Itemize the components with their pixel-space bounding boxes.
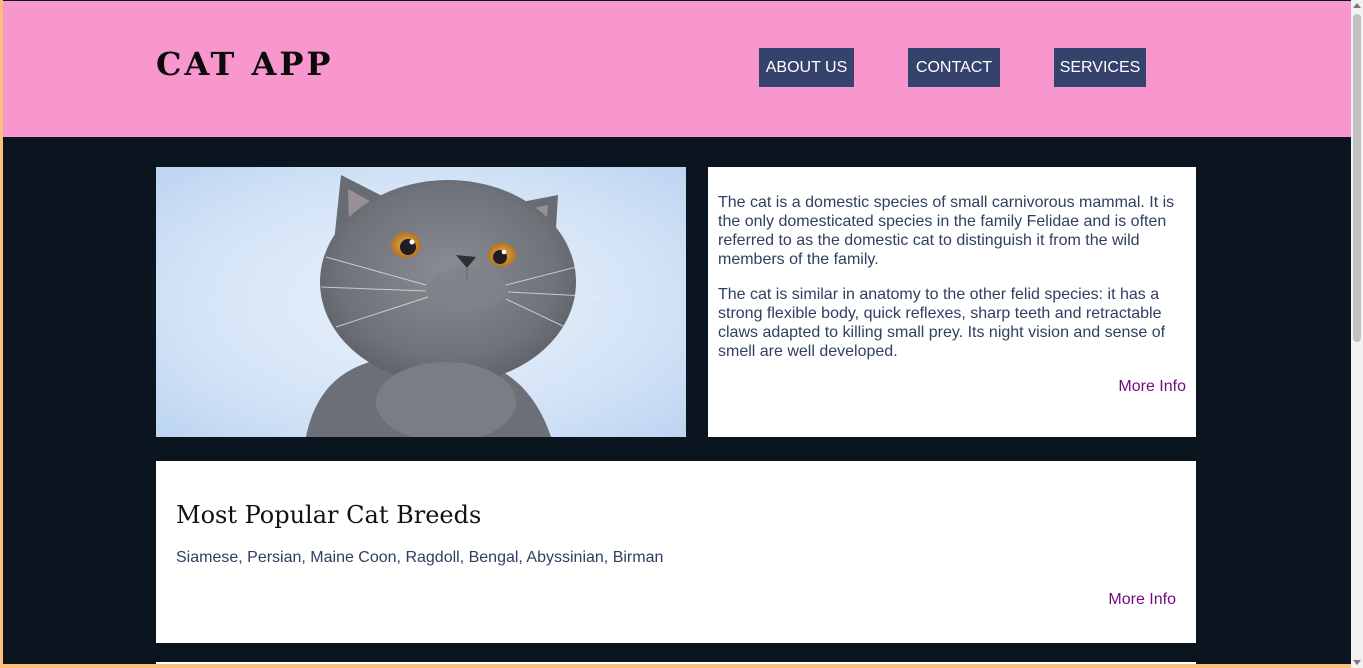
cat-photo (156, 167, 686, 437)
about-more-info-link[interactable]: More Info (718, 377, 1186, 396)
page-scrollbar[interactable] (1351, 0, 1363, 668)
breeds-card: Most Popular Cat Breeds Siamese, Persian… (156, 461, 1196, 643)
scrollbar-thumb[interactable] (1353, 14, 1361, 342)
next-card (156, 662, 1196, 664)
about-cat-card: The cat is a domestic species of small c… (708, 167, 1196, 437)
about-paragraph-2: The cat is similar in anatomy to the oth… (718, 286, 1166, 360)
page-viewport: CAT APP ABOUT US CONTACT SERVICES The ca… (3, 0, 1351, 664)
breeds-list: Siamese, Persian, Maine Coon, Ragdoll, B… (176, 549, 664, 566)
nav-contact-button[interactable]: CONTACT (908, 48, 1000, 87)
scroll-up-icon[interactable] (1353, 3, 1361, 8)
scroll-down-icon[interactable] (1353, 660, 1361, 665)
about-paragraph-1: The cat is a domestic species of small c… (718, 194, 1175, 268)
nav-services-button[interactable]: SERVICES (1054, 48, 1146, 87)
nav-about-us-button[interactable]: ABOUT US (759, 48, 854, 87)
site-logo[interactable]: CAT APP (156, 45, 333, 83)
breeds-more-info-link[interactable]: More Info (176, 591, 1176, 609)
cat-photo-icon (156, 167, 686, 437)
site-header: CAT APP ABOUT US CONTACT SERVICES (3, 1, 1351, 137)
breeds-title: Most Popular Cat Breeds (176, 501, 482, 529)
